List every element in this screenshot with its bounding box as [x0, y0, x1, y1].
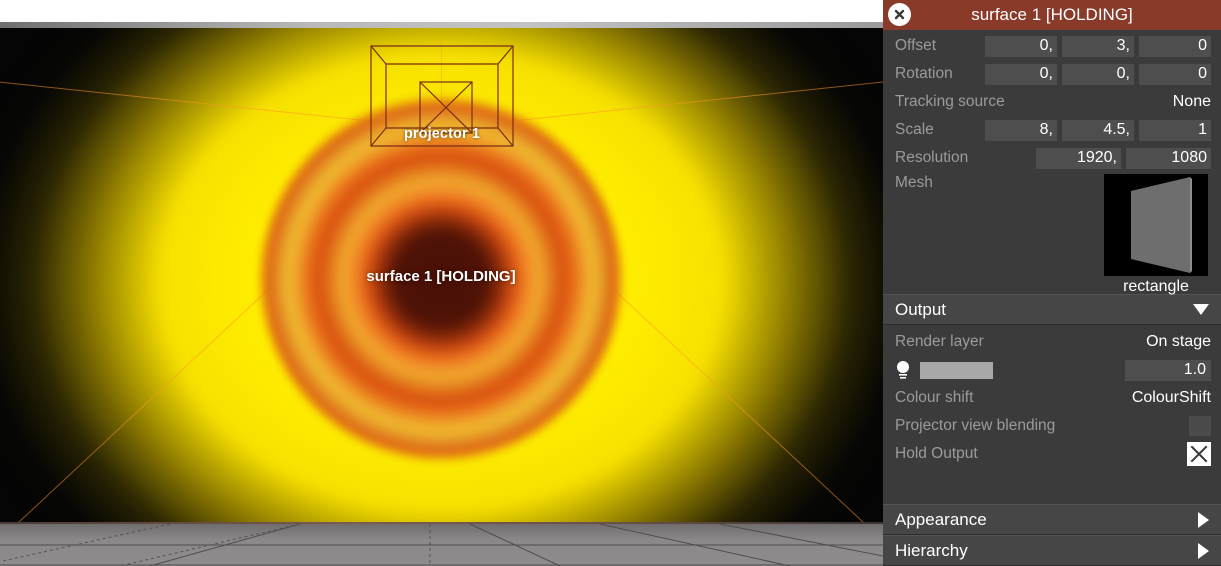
section-hierarchy[interactable]: Hierarchy — [883, 535, 1221, 566]
projector-view-blending-checkbox[interactable] — [1189, 416, 1211, 436]
application-window: projector 1 surface 1 [HOLDING] surface … — [0, 0, 1221, 566]
rotation-label: Rotation — [895, 65, 953, 82]
offset-x-field[interactable]: 0, — [985, 35, 1057, 57]
resolution-label: Resolution — [895, 149, 969, 166]
panel-title: surface 1 [HOLDING] — [971, 5, 1133, 24]
close-circle-icon[interactable] — [888, 3, 911, 26]
tracking-source-row: Tracking source None — [883, 88, 1221, 116]
viewport-top-white-strip — [0, 0, 883, 22]
projector-label: projector 1 — [403, 126, 481, 142]
hold-output-row: Hold Output — [883, 440, 1221, 468]
render-layer-row: Render layer On stage — [883, 328, 1221, 356]
mesh-rectangle-thumbnail[interactable] — [1104, 174, 1208, 276]
projector-view-blending-label: Projector view blending — [895, 417, 1056, 434]
rotation-y-field[interactable]: 0, — [1062, 63, 1134, 85]
mesh-name: rectangle — [1123, 278, 1189, 295]
section-appearance[interactable]: Appearance — [883, 504, 1221, 535]
section-output[interactable]: Output — [883, 294, 1221, 325]
section-output-label: Output — [895, 299, 947, 319]
chevron-right-icon — [1198, 542, 1209, 559]
hold-output-checkbox[interactable] — [1187, 442, 1211, 466]
offset-z-field[interactable]: 0 — [1139, 35, 1211, 57]
offset-y-field[interactable]: 3, — [1062, 35, 1134, 57]
floor-grid — [0, 522, 883, 566]
tracking-source-label: Tracking source — [895, 93, 1005, 110]
rotation-z-field[interactable]: 0 — [1139, 63, 1211, 85]
surface-properties-panel: surface 1 [HOLDING] Offset 0, 3, 0 Rotat… — [883, 0, 1221, 566]
resolution-height-field[interactable]: 1080 — [1126, 147, 1211, 169]
viewport-scene[interactable]: projector 1 surface 1 [HOLDING] — [0, 28, 883, 522]
mesh-label: Mesh — [895, 174, 933, 191]
scale-y-field[interactable]: 4.5, — [1062, 119, 1134, 141]
hold-output-label: Hold Output — [895, 445, 978, 462]
scale-x-field[interactable]: 8, — [985, 119, 1057, 141]
offset-row: Offset 0, 3, 0 — [883, 32, 1221, 60]
colour-shift-label: Colour shift — [895, 389, 974, 406]
panel-properties: Offset 0, 3, 0 Rotation 0, 0, 0 Tracking — [883, 30, 1221, 295]
output-section-body: Render layer On stage 1.0 Colour shift C… — [883, 325, 1221, 468]
lightbulb-icon — [895, 360, 911, 380]
tracking-source-value[interactable]: None — [1173, 93, 1211, 111]
brightness-value-field[interactable]: 1.0 — [1125, 359, 1211, 381]
brightness-slider[interactable] — [920, 361, 993, 379]
3d-viewport[interactable]: projector 1 surface 1 [HOLDING] — [0, 0, 883, 566]
collapsed-sections: Appearance Hierarchy — [883, 504, 1221, 566]
render-layer-label: Render layer — [895, 333, 984, 350]
colour-shift-row: Colour shift ColourShift — [883, 384, 1221, 412]
offset-label: Offset — [895, 37, 937, 54]
resolution-row: Resolution 1920, 1080 — [883, 144, 1221, 172]
scale-label: Scale — [895, 121, 934, 138]
mesh-row: Mesh rectangle — [883, 172, 1221, 295]
section-appearance-label: Appearance — [895, 509, 987, 529]
scale-row: Scale 8, 4.5, 1 — [883, 116, 1221, 144]
panel-title-bar: surface 1 [HOLDING] — [883, 0, 1221, 30]
section-hierarchy-label: Hierarchy — [895, 540, 968, 560]
projector-view-blending-row: Projector view blending — [883, 412, 1221, 440]
rotation-x-field[interactable]: 0, — [985, 63, 1057, 85]
render-layer-value[interactable]: On stage — [1146, 333, 1211, 351]
chevron-right-icon — [1198, 511, 1209, 528]
surface-label: surface 1 [HOLDING] — [366, 268, 516, 285]
scale-z-field[interactable]: 1 — [1139, 119, 1211, 141]
resolution-width-field[interactable]: 1920, — [1036, 147, 1121, 169]
rotation-row: Rotation 0, 0, 0 — [883, 60, 1221, 88]
colour-shift-value[interactable]: ColourShift — [1132, 389, 1211, 407]
projector-wireframe[interactable] — [368, 42, 516, 161]
brightness-row: 1.0 — [883, 356, 1221, 384]
chevron-down-icon — [1193, 304, 1209, 315]
